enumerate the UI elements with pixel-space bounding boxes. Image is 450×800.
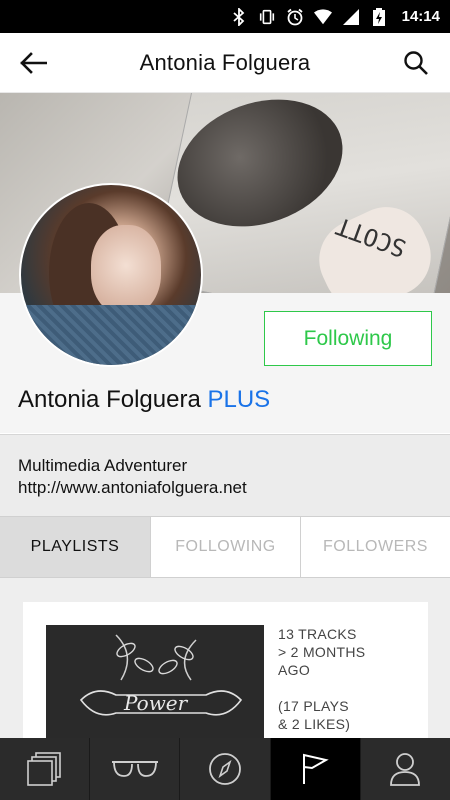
tab-followers[interactable]: FOLLOWERS [300, 517, 450, 577]
playlist-meta: 13 TRACKS > 2 MONTHS AGO (17 PLAYS & 2 L… [278, 625, 365, 733]
nav-profile-button[interactable] [359, 738, 450, 800]
playlist-thumbnail[interactable]: Power [46, 625, 264, 755]
nav-compass-button[interactable] [179, 738, 269, 800]
battery-icon [370, 7, 388, 26]
meta-spacer [278, 679, 365, 697]
flag-icon [303, 753, 329, 784]
meta-age: > 2 MONTHS [278, 644, 366, 660]
bio-website-link[interactable]: http://www.antoniafolguera.net [18, 477, 432, 499]
app-bar: Antonia Folguera [0, 33, 450, 93]
page-title: Antonia Folguera [139, 49, 311, 75]
plus-badge: PLUS [207, 386, 271, 413]
meta-age-suffix: AGO [278, 662, 311, 678]
avatar-sweater [21, 305, 201, 365]
search-icon[interactable] [400, 47, 432, 79]
stack-icon [26, 752, 61, 786]
bottom-navigation [0, 738, 450, 800]
status-time: 14:14 [401, 8, 440, 25]
vibrate-icon [258, 8, 276, 26]
tab-playlists[interactable]: PLAYLISTS [0, 517, 150, 577]
following-button[interactable]: Following [264, 311, 432, 366]
bio-section: Multimedia Adventurer http://www.antonia… [0, 434, 450, 516]
status-bar: 14:14 [0, 0, 450, 33]
playlist-card[interactable]: Power 13 TRACKS > 2 MONTHS AGO (17 PLAYS… [23, 602, 428, 755]
compass-icon [209, 753, 241, 785]
profile-tabs: PLAYLISTS FOLLOWING FOLLOWERS [0, 516, 450, 578]
back-arrow-icon[interactable] [16, 47, 50, 79]
tab-following[interactable]: FOLLOWING [150, 517, 300, 577]
meta-likes: & 2 LIKES) [278, 716, 351, 732]
bluetooth-icon [230, 7, 248, 26]
nav-stack-button[interactable] [0, 738, 89, 800]
signal-icon [342, 8, 360, 26]
glasses-icon [111, 761, 158, 777]
meta-plays: (17 PLAYS [278, 698, 349, 714]
nav-glasses-button[interactable] [89, 738, 179, 800]
alarm-icon [286, 8, 304, 26]
thumbnail-text: Power [124, 691, 188, 715]
avatar [19, 183, 203, 367]
playlist-list: Power 13 TRACKS > 2 MONTHS AGO (17 PLAYS… [0, 578, 450, 755]
meta-tracks: 13 TRACKS [278, 626, 357, 642]
bio-tagline: Multimedia Adventurer [18, 456, 188, 475]
profile-name-text: Antonia Folguera [18, 386, 201, 413]
avatar-face [91, 225, 161, 315]
profile-name: Antonia Folguera PLUS [18, 386, 270, 414]
person-icon [390, 753, 421, 786]
nav-flag-button[interactable] [269, 738, 360, 800]
wifi-icon [313, 8, 332, 26]
